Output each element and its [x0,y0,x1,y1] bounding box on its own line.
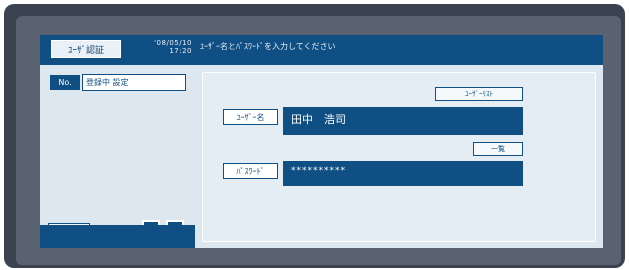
password-field[interactable]: ********** [283,161,523,186]
datetime-display: '08/05/10 17:20 [132,39,192,55]
registration-field[interactable]: 登録中 設定 [82,74,186,91]
instruction-text: ﾕｰｻﾞｰ名とﾊﾟｽﾜｰﾄﾞを入力してください [200,42,336,51]
header-bar: ﾕｰｻﾞ認証 '08/05/10 17:20 ﾕｰｻﾞｰ名とﾊﾟｽﾜｰﾄﾞを入力… [40,35,603,65]
user-name-label: ﾕｰｻﾞｰ名 [223,109,278,125]
date-text: '08/05/10 [154,39,192,47]
left-footer-bar [40,225,195,248]
password-label: ﾊﾟｽﾜｰﾄﾞ [223,163,278,179]
left-panel: No. 登録中 設定 削除 ▲ ▼ [40,65,195,239]
list-button[interactable]: 一覧 [473,142,523,156]
login-area: ﾕｰｻﾞｰﾘｽﾄ ﾕｰｻﾞｰ名 田中 浩司 一覧 ﾊﾟｽﾜｰﾄﾞ *******… [195,65,603,248]
user-name-field[interactable]: 田中 浩司 [283,107,523,135]
login-card: ﾕｰｻﾞｰﾘｽﾄ ﾕｰｻﾞｰ名 田中 浩司 一覧 ﾊﾟｽﾜｰﾄﾞ *******… [202,72,596,242]
user-list-button[interactable]: ﾕｰｻﾞｰﾘｽﾄ [435,87,523,101]
lcd-screen: ﾕｰｻﾞ認証 '08/05/10 17:20 ﾕｰｻﾞｰ名とﾊﾟｽﾜｰﾄﾞを入力… [40,35,603,248]
auth-mode-button[interactable]: ﾕｰｻﾞ認証 [51,40,121,58]
device-bezel: ﾕｰｻﾞ認証 '08/05/10 17:20 ﾕｰｻﾞｰ名とﾊﾟｽﾜｰﾄﾞを入力… [0,0,629,270]
time-text: 17:20 [169,47,192,55]
number-tag: No. [50,75,80,90]
